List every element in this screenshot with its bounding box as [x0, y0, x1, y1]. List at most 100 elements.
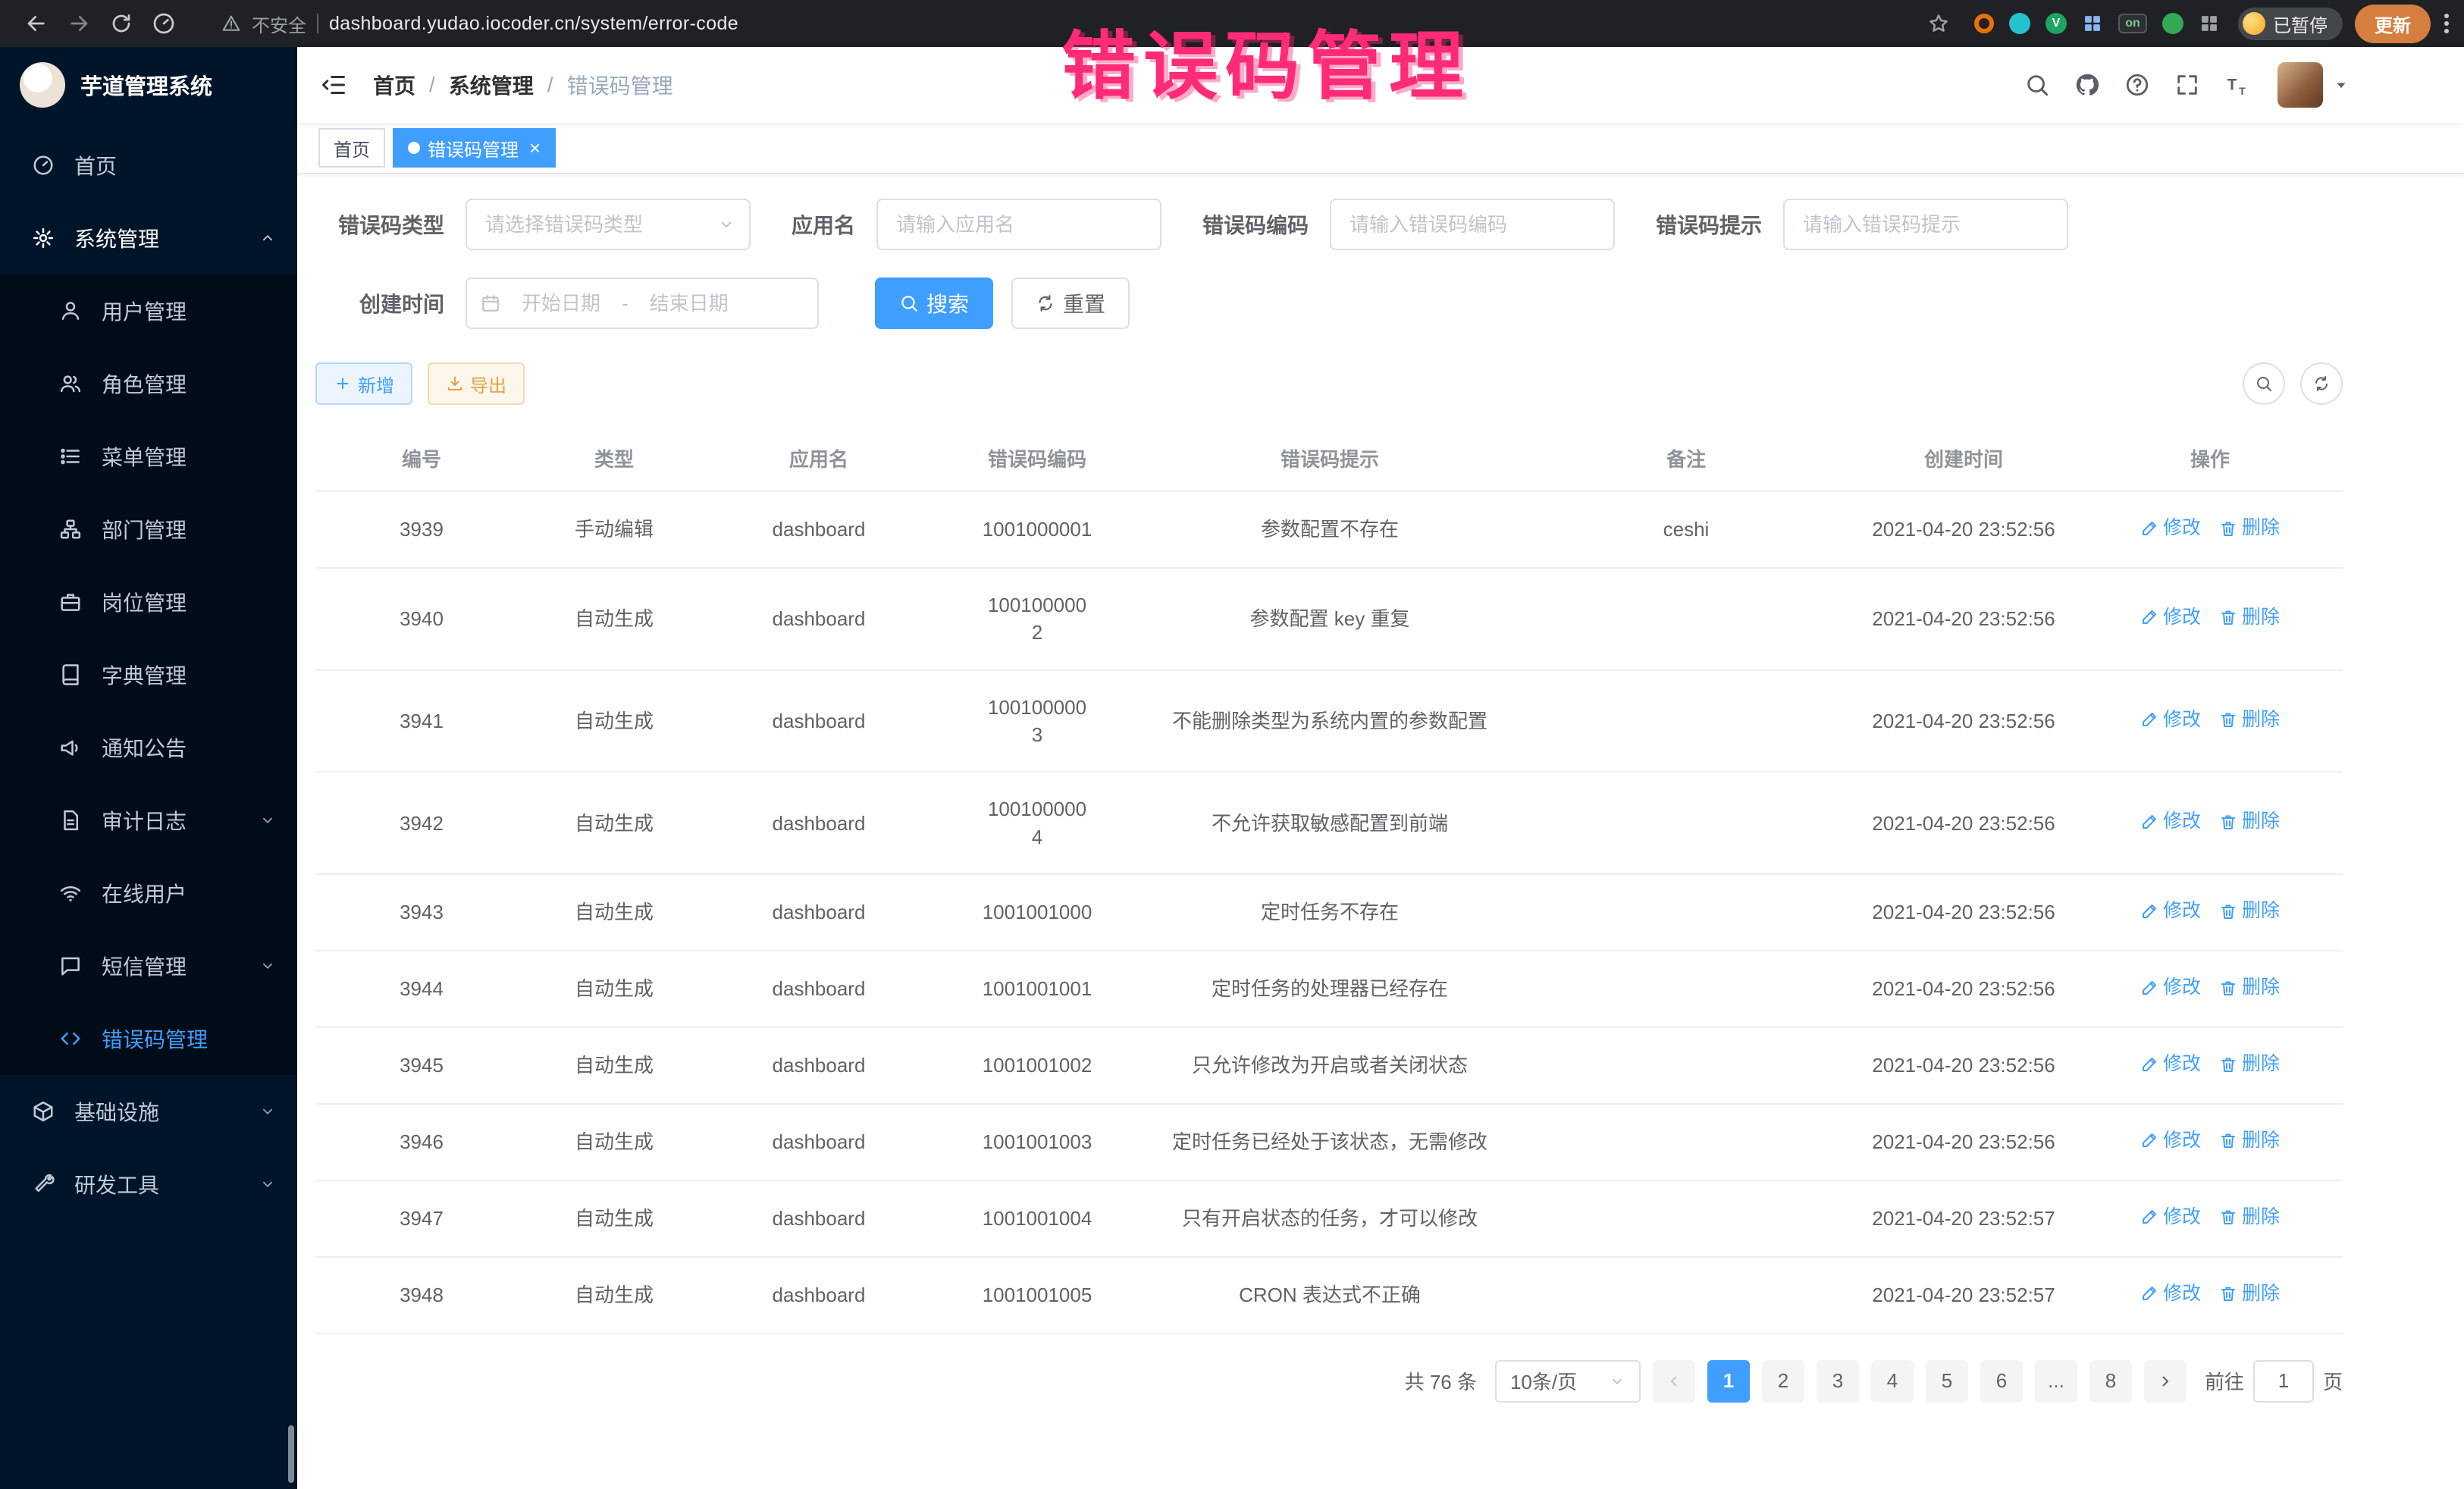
sidebar-item-user-management[interactable]: 用户管理 — [0, 274, 297, 347]
end-date-input[interactable] — [635, 292, 744, 315]
sidebar-item-label: 短信管理 — [102, 951, 187, 981]
page-button[interactable]: 8 — [2089, 1360, 2132, 1403]
app-name-input[interactable] — [876, 199, 1161, 250]
goto-page-input[interactable] — [2253, 1360, 2314, 1403]
start-date-input[interactable] — [506, 292, 616, 315]
delete-link[interactable]: 删除 — [2219, 974, 2280, 1001]
sidebar-scrollbar[interactable] — [288, 1425, 294, 1483]
paused-badge[interactable]: 已暂停 — [2238, 8, 2343, 40]
page-size-select[interactable]: 10条/页 — [1495, 1360, 1641, 1403]
sidebar-item-dev-tool[interactable]: 研发工具 — [0, 1148, 297, 1221]
delete-link[interactable]: 删除 — [2219, 707, 2280, 733]
extension-icon[interactable] — [2009, 13, 2030, 34]
extension-badge[interactable]: on — [2118, 14, 2147, 33]
page-button[interactable]: 1 — [1707, 1360, 1750, 1403]
reset-button[interactable]: 重置 — [1011, 277, 1130, 329]
sidebar-item-online-user[interactable]: 在线用户 — [0, 857, 297, 929]
cell-code: 1001001003 — [937, 1104, 1137, 1180]
address-bar[interactable]: 不安全 dashboard.yudao.iocoder.cn/system/er… — [185, 11, 1956, 37]
edit-link[interactable]: 修改 — [2140, 515, 2201, 541]
delete-link[interactable]: 删除 — [2219, 604, 2280, 631]
page-content: 错误码类型 应用名 错误码编码 — [297, 174, 2464, 1489]
edit-link[interactable]: 修改 — [2140, 604, 2201, 631]
column-header: 错误码编码 — [937, 426, 1137, 491]
sidebar-item-menu-management[interactable]: 菜单管理 — [0, 420, 297, 493]
edit-link[interactable]: 修改 — [2140, 707, 2201, 733]
forward-icon[interactable] — [67, 11, 91, 36]
browser-menu-icon[interactable] — [2444, 14, 2449, 33]
filter-row-2: 创建时间 - 搜索 重置 — [315, 277, 2343, 329]
delete-link[interactable]: 删除 — [2219, 1281, 2280, 1307]
github-icon[interactable] — [2074, 72, 2100, 98]
fullscreen-icon[interactable] — [2174, 72, 2200, 98]
bookmark-star-icon[interactable] — [1927, 12, 1950, 35]
sidebar-item-error-code-management[interactable]: 错误码管理 — [0, 1002, 297, 1075]
page-button[interactable]: 6 — [1980, 1360, 2023, 1403]
breadcrumb-separator: / — [429, 73, 435, 97]
page-button[interactable]: 2 — [1762, 1360, 1804, 1403]
page-button[interactable]: 5 — [1926, 1360, 1968, 1403]
sidebar-item-system-management[interactable]: 系统管理 — [0, 202, 297, 274]
avatar[interactable] — [2277, 62, 2323, 108]
sidebar-item-home[interactable]: 首页 — [0, 129, 297, 202]
edit-link[interactable]: 修改 — [2140, 1281, 2201, 1307]
logo-row[interactable]: 芋道管理系统 — [0, 47, 297, 123]
extension-icon[interactable] — [1974, 14, 1994, 33]
page-button[interactable]: 4 — [1871, 1360, 1914, 1403]
delete-link[interactable]: 删除 — [2219, 1204, 2280, 1230]
delete-link[interactable]: 删除 — [2219, 515, 2280, 541]
sidebar-toggle-icon[interactable] — [320, 71, 347, 99]
error-type-input[interactable] — [466, 199, 751, 250]
tag-home[interactable]: 首页 — [318, 128, 385, 168]
caret-down-icon[interactable] — [2332, 76, 2350, 94]
sidebar-item-dept-management[interactable]: 部门管理 — [0, 493, 297, 566]
edit-link[interactable]: 修改 — [2140, 974, 2201, 1001]
help-icon[interactable] — [2124, 72, 2150, 98]
edit-link[interactable]: 修改 — [2140, 1127, 2201, 1154]
delete-link[interactable]: 删除 — [2219, 808, 2280, 835]
delete-link[interactable]: 删除 — [2219, 898, 2280, 924]
reload-icon[interactable] — [109, 11, 133, 36]
refresh-table-button[interactable] — [2300, 362, 2343, 405]
sidebar-item-notice[interactable]: 通知公告 — [0, 711, 297, 784]
export-button[interactable]: 导出 — [428, 362, 525, 405]
puzzle-icon[interactable] — [2199, 13, 2220, 34]
update-button[interactable]: 更新 — [2355, 5, 2431, 43]
filter-row-1: 错误码类型 应用名 错误码编码 — [315, 199, 2343, 250]
page-button[interactable]: 3 — [1817, 1360, 1859, 1403]
extension-icon[interactable] — [2162, 13, 2183, 34]
toggle-search-button[interactable] — [2243, 362, 2285, 405]
next-page-button[interactable] — [2144, 1360, 2187, 1403]
font-size-icon[interactable] — [2224, 72, 2250, 98]
breadcrumb-item[interactable]: 系统管理 — [449, 70, 534, 100]
sidebar-item-dict-management[interactable]: 字典管理 — [0, 638, 297, 711]
sidebar-item-role-management[interactable]: 角色管理 — [0, 347, 297, 420]
edit-link[interactable]: 修改 — [2140, 898, 2201, 924]
delete-link[interactable]: 删除 — [2219, 1127, 2280, 1154]
tag-error-code[interactable]: 错误码管理 × — [393, 128, 556, 168]
close-icon[interactable]: × — [529, 138, 541, 158]
error-type-select[interactable] — [466, 199, 751, 250]
extension-grid-icon[interactable] — [2082, 13, 2103, 34]
sidebar-item-sms-management[interactable]: 短信管理 — [0, 929, 297, 1002]
table-row: 3948自动生成dashboard1001001005CRON 表达式不正确20… — [315, 1257, 2343, 1334]
extension-icon[interactable]: V — [2045, 13, 2067, 34]
home-icon[interactable] — [152, 11, 176, 36]
edit-link[interactable]: 修改 — [2140, 1204, 2201, 1230]
sidebar-item-post-management[interactable]: 岗位管理 — [0, 566, 297, 638]
sidebar-item-audit-log[interactable]: 审计日志 — [0, 784, 297, 857]
search-button[interactable]: 搜索 — [875, 277, 993, 329]
error-code-input[interactable] — [1330, 199, 1615, 250]
date-range-picker[interactable]: - — [466, 277, 819, 329]
breadcrumb-item[interactable]: 首页 — [373, 70, 415, 100]
edit-link[interactable]: 修改 — [2140, 1051, 2201, 1077]
back-icon[interactable] — [24, 11, 49, 36]
prev-page-button[interactable] — [1653, 1360, 1695, 1403]
page-ellipsis[interactable]: ... — [2035, 1360, 2077, 1403]
search-icon[interactable] — [2024, 72, 2050, 98]
add-button[interactable]: 新增 — [315, 362, 412, 405]
error-hint-input[interactable] — [1783, 199, 2068, 250]
sidebar-item-infrastructure[interactable]: 基础设施 — [0, 1075, 297, 1148]
delete-link[interactable]: 删除 — [2219, 1051, 2280, 1077]
edit-link[interactable]: 修改 — [2140, 808, 2201, 835]
